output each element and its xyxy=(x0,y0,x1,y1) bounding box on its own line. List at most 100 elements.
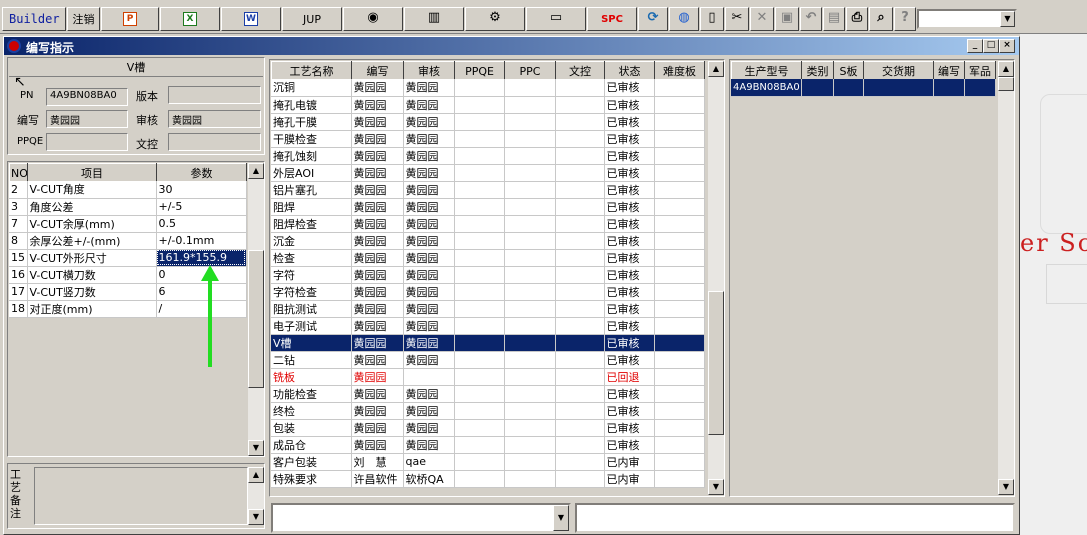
process-cell-status[interactable]: 已审核 xyxy=(604,232,655,250)
process-cell-ppc[interactable] xyxy=(504,232,556,250)
process-cell-reviewer[interactable]: 黄园园 xyxy=(403,385,455,403)
maximize-button[interactable]: □ xyxy=(983,39,999,53)
scroll-up-icon[interactable]: ▲ xyxy=(708,61,724,77)
process-cell-ppqe[interactable] xyxy=(454,198,505,216)
process-cell-difficulty[interactable] xyxy=(654,215,705,233)
process-cell-doc[interactable] xyxy=(555,266,605,284)
process-cell-name[interactable]: 铝片塞孔 xyxy=(271,181,352,199)
reviewer-field[interactable]: 黄园园 xyxy=(168,110,261,128)
process-row[interactable]: 检查 黄园园 黄园园 已审核 xyxy=(271,249,705,267)
process-row[interactable]: 电子测试 黄园园 黄园园 已审核 xyxy=(271,317,705,335)
production-cell-s_board[interactable] xyxy=(833,79,864,97)
process-cell-author[interactable]: 黄园园 xyxy=(351,419,404,437)
process-cell-ppqe[interactable] xyxy=(454,385,505,403)
scroll-thumb[interactable] xyxy=(708,291,724,435)
scroll-up-icon[interactable]: ▲ xyxy=(998,61,1014,77)
notes-scrollbar[interactable]: ▲ ▼ xyxy=(248,467,264,525)
production-cell-military[interactable] xyxy=(964,79,996,97)
param-cell-no[interactable]: 15 xyxy=(9,249,28,267)
process-cell-doc[interactable] xyxy=(555,453,605,471)
process-col-author[interactable]: 编写 xyxy=(351,61,404,81)
process-cell-reviewer[interactable]: 黄园园 xyxy=(403,198,455,216)
param-cell-value[interactable]: 161.9*155.9 xyxy=(156,249,247,267)
preview-button[interactable]: ▤ xyxy=(823,7,845,31)
process-cell-difficulty[interactable] xyxy=(654,147,705,165)
process-cell-ppqe[interactable] xyxy=(454,402,505,420)
process-row[interactable]: 客户包装刘 慧 qae 已内审 xyxy=(271,453,705,471)
process-cell-doc[interactable] xyxy=(555,419,605,437)
process-cell-author[interactable]: 黄园园 xyxy=(351,368,404,386)
process-cell-author[interactable]: 许昌软件 xyxy=(351,470,404,488)
process-cell-doc[interactable] xyxy=(555,334,605,352)
process-cell-difficulty[interactable] xyxy=(654,283,705,301)
process-cell-ppc[interactable] xyxy=(504,283,556,301)
process-cell-author[interactable]: 黄园园 xyxy=(351,164,404,182)
process-cell-doc[interactable] xyxy=(555,79,605,97)
process-cell-reviewer[interactable]: 黄园园 xyxy=(403,147,455,165)
process-row[interactable]: 成品仓 黄园园 黄园园 已审核 xyxy=(271,436,705,454)
process-cell-author[interactable]: 黄园园 xyxy=(351,79,404,97)
process-cell-author[interactable]: 黄园园 xyxy=(351,232,404,250)
process-row[interactable]: 铝片塞孔 黄园园 黄园园 已审核 xyxy=(271,181,705,199)
process-cell-difficulty[interactable] xyxy=(654,130,705,148)
process-cell-ppc[interactable] xyxy=(504,385,556,403)
param-col-item[interactable]: 项目 xyxy=(27,163,157,183)
ppt-button[interactable]: P xyxy=(101,7,159,31)
param-cell-no[interactable]: 18 xyxy=(9,300,28,318)
param-row[interactable]: 2 V-CUT角度 30 xyxy=(9,181,247,199)
process-cell-author[interactable]: 黄园园 xyxy=(351,215,404,233)
tools-button[interactable]: ⚙ xyxy=(465,7,525,31)
process-cell-ppc[interactable] xyxy=(504,453,556,471)
process-cell-reviewer[interactable]: 黄园园 xyxy=(403,419,455,437)
process-scrollbar[interactable]: ▲ ▼ xyxy=(708,61,724,495)
process-cell-difficulty[interactable] xyxy=(654,96,705,114)
process-cell-doc[interactable] xyxy=(555,147,605,165)
process-cell-ppqe[interactable] xyxy=(454,283,505,301)
process-cell-doc[interactable] xyxy=(555,402,605,420)
process-col-name[interactable]: 工艺名称 xyxy=(271,61,352,81)
process-cell-ppqe[interactable] xyxy=(454,164,505,182)
process-cell-name[interactable]: 成品仓 xyxy=(271,436,352,454)
process-cell-reviewer[interactable]: 黄园园 xyxy=(403,79,455,97)
process-cell-difficulty[interactable] xyxy=(654,300,705,318)
ppqe-field[interactable] xyxy=(46,133,128,151)
process-cell-difficulty[interactable] xyxy=(654,79,705,97)
spc-button[interactable]: SPC xyxy=(587,7,637,31)
process-cell-status[interactable]: 已审核 xyxy=(604,436,655,454)
process-cell-author[interactable]: 黄园园 xyxy=(351,147,404,165)
param-row[interactable]: 3 角度公差 +/-5 xyxy=(9,198,247,216)
process-cell-reviewer[interactable]: 黄园园 xyxy=(403,249,455,267)
process-cell-name[interactable]: 外层AOI xyxy=(271,164,352,182)
process-row[interactable]: 字符检查 黄园园 黄园园 已审核 xyxy=(271,283,705,301)
process-cell-name[interactable]: 检查 xyxy=(271,249,352,267)
param-cell-item[interactable]: V-CUT余厚(mm) xyxy=(27,215,157,233)
process-cell-name[interactable]: 干膜检查 xyxy=(271,130,352,148)
process-cell-ppqe[interactable] xyxy=(454,266,505,284)
process-cell-author[interactable]: 黄园园 xyxy=(351,266,404,284)
process-cell-name[interactable]: 包装 xyxy=(271,419,352,437)
process-cell-difficulty[interactable] xyxy=(654,249,705,267)
process-cell-name[interactable]: 沉金 xyxy=(271,232,352,250)
process-cell-ppc[interactable] xyxy=(504,351,556,369)
process-cell-ppc[interactable] xyxy=(504,181,556,199)
process-cell-author[interactable]: 黄园园 xyxy=(351,385,404,403)
param-cell-value[interactable]: 0.5 xyxy=(156,215,247,233)
param-row[interactable]: 8 余厚公差+/-(mm) +/-0.1mm xyxy=(9,232,247,250)
process-cell-ppqe[interactable] xyxy=(454,113,505,131)
toolbar-combo[interactable]: ▼ xyxy=(917,9,1017,29)
process-cell-author[interactable]: 黄园园 xyxy=(351,351,404,369)
param-cell-item[interactable]: V-CUT横刀数 xyxy=(27,266,157,284)
process-cell-name[interactable]: 阻焊 xyxy=(271,198,352,216)
param-cell-value[interactable]: 30 xyxy=(156,181,247,199)
process-cell-doc[interactable] xyxy=(555,283,605,301)
process-cell-ppc[interactable] xyxy=(504,79,556,97)
scroll-up-icon[interactable]: ▲ xyxy=(248,163,264,179)
process-cell-reviewer[interactable]: qae xyxy=(403,453,455,471)
process-cell-ppc[interactable] xyxy=(504,436,556,454)
process-cell-status[interactable]: 已审核 xyxy=(604,317,655,335)
process-row[interactable]: 包装 黄园园 黄园园 已审核 xyxy=(271,419,705,437)
process-cell-doc[interactable] xyxy=(555,249,605,267)
production-row[interactable]: 4A9BN08BA0 xyxy=(731,79,996,97)
process-cell-ppqe[interactable] xyxy=(454,453,505,471)
process-cell-difficulty[interactable] xyxy=(654,266,705,284)
